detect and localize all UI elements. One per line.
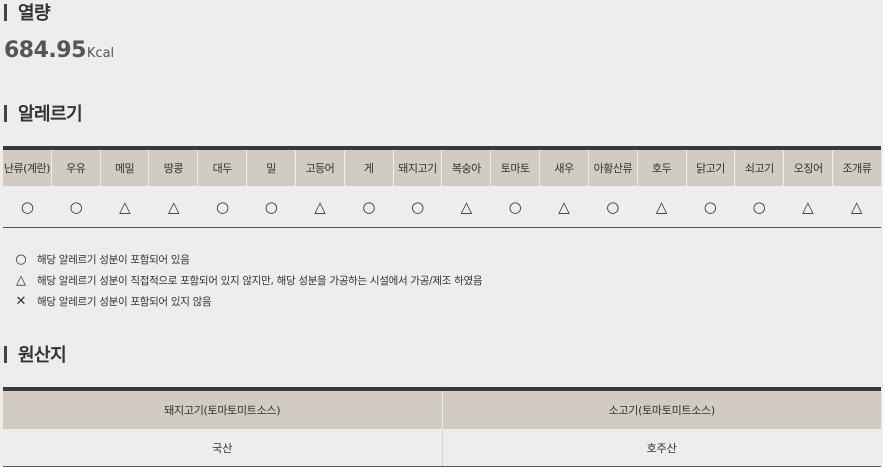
allergy-header: 오징어 [784, 150, 834, 186]
allergy-title: 알레르기 [18, 104, 83, 125]
calorie-title: 열량 [18, 3, 51, 24]
allergy-header-row: 난류(계란) 우유 메밀 땅콩 대두 밀 고등어 게 돼지고기 복숭아 토마토 … [3, 150, 881, 186]
origin-header-row: 돼지고기(토마토미트소스) 소고기(토마토미트소스) [3, 391, 881, 429]
title-bar [4, 345, 7, 363]
allergy-header: 대두 [198, 150, 248, 186]
allergy-legend: ○ 해당 알레르기 성분이 포함되어 있음 △ 해당 알레르기 성분이 직접적으… [14, 249, 482, 312]
title-bar [4, 104, 7, 122]
legend-text: 해당 알레르기 성분이 포함되어 있지 않음 [37, 296, 212, 308]
allergy-header: 밀 [247, 150, 296, 186]
cross-icon: ✕ [15, 294, 27, 309]
allergy-status-icon: △ [460, 197, 473, 216]
allergy-header: 난류(계란) [3, 150, 52, 186]
origin-table: 돼지고기(토마토미트소스) 소고기(토마토미트소스) 국산 호주산 [3, 387, 881, 467]
calorie-unit: Kcal [86, 46, 115, 61]
legend-text: 해당 알레르기 성분이 직접적으로 포함되어 있지 않지만, 해당 성분을 가공… [37, 275, 483, 287]
allergy-header: 조개류 [842, 162, 872, 175]
allergy-header: 우유 [52, 150, 101, 186]
calorie-section-title: 열량 [4, 0, 51, 24]
allergy-header: 새우 [540, 150, 589, 186]
allergy-header: 게 [345, 150, 394, 186]
origin-value-row: 국산 호주산 [3, 429, 881, 466]
allergy-header: 땅콩 [149, 150, 199, 186]
origin-header: 돼지고기(토마토미트소스) [3, 391, 443, 429]
allergy-status-icon: ○ [508, 197, 522, 216]
allergy-header: 고등어 [296, 150, 345, 186]
triangle-icon: △ [16, 273, 26, 288]
allergy-status-icon: △ [850, 197, 863, 216]
allergy-value-row: ○ ○ △ △ ○ ○ △ ○ ○ △ ○ △ ○ △ ○ ○ △ △ [3, 186, 881, 227]
allergy-status-icon: ○ [362, 197, 376, 216]
origin-title: 원산지 [18, 345, 67, 366]
allergy-section-title: 알레르기 [4, 101, 83, 125]
allergy-header: 아황산류 [589, 150, 638, 186]
allergy-header: 돼지고기 [394, 150, 443, 186]
origin-value: 국산 [3, 429, 443, 466]
allergy-table: 난류(계란) 우유 메밀 땅콩 대두 밀 고등어 게 돼지고기 복숭아 토마토 … [3, 146, 881, 228]
allergy-status-icon: △ [314, 197, 326, 216]
allergy-status-icon: ○ [69, 197, 83, 216]
allergy-status-icon: △ [558, 197, 570, 216]
legend-item: ✕ 해당 알레르기 성분이 포함되어 있지 않음 [14, 291, 482, 312]
allergy-header: 쇠고기 [735, 150, 785, 186]
legend-item: ○ 해당 알레르기 성분이 포함되어 있음 [14, 249, 482, 270]
title-bar [4, 3, 7, 21]
allergy-status-icon: △ [802, 197, 814, 216]
allergy-status-icon: ○ [264, 197, 278, 216]
allergy-header: 토마토 [491, 150, 541, 186]
allergy-header: 메밀 [101, 150, 150, 186]
allergy-status-icon: △ [119, 197, 131, 216]
allergy-status-icon: ○ [411, 197, 425, 216]
allergy-status-icon: ○ [752, 197, 766, 216]
calorie-value: 684.95 Kcal [4, 38, 114, 63]
legend-item: △ 해당 알레르기 성분이 직접적으로 포함되어 있지 않지만, 해당 성분을 … [14, 270, 483, 291]
allergy-status-icon: ○ [703, 197, 717, 216]
allergy-status-icon: ○ [606, 197, 620, 216]
origin-value: 호주산 [646, 441, 677, 455]
allergy-status-icon: △ [167, 197, 180, 216]
allergy-header: 닭고기 [687, 150, 736, 186]
calorie-number: 684.95 [4, 38, 86, 63]
origin-section-title: 원산지 [4, 342, 67, 366]
allergy-status-icon: ○ [215, 197, 230, 216]
allergy-status-icon: ○ [20, 197, 34, 216]
allergy-header: 호두 [638, 150, 687, 186]
allergy-header: 복숭아 [442, 150, 492, 186]
circle-icon: ○ [15, 252, 27, 267]
legend-text: 해당 알레르기 성분이 포함되어 있음 [37, 254, 190, 266]
allergy-status-icon: △ [655, 197, 668, 216]
origin-header: 소고기(토마토미트소스) [608, 404, 715, 417]
